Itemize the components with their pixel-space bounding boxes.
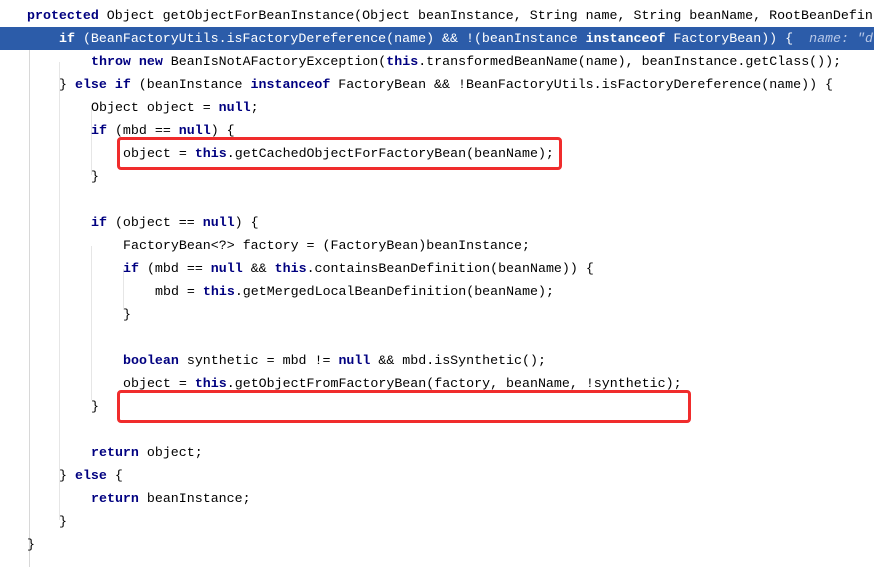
code-text: FactoryBean)) { — [665, 31, 810, 46]
code-line-current[interactable]: if (BeanFactoryUtils.isFactoryDereferenc… — [0, 27, 874, 50]
code-text: } — [59, 468, 75, 483]
code-text: .getObjectFromFactoryBean(factory, beanN… — [226, 376, 682, 391]
code-text: ) { — [210, 123, 235, 138]
code-line[interactable]: throw new BeanIsNotAFactoryException(thi… — [0, 50, 874, 73]
code-text: .containsBeanDefinition(beanName)) { — [306, 261, 594, 276]
code-text: && mbd.isSynthetic(); — [370, 353, 546, 368]
code-line[interactable]: } — [0, 303, 874, 326]
keyword: throw new — [91, 54, 163, 69]
code-line[interactable]: protected Object getObjectForBeanInstanc… — [0, 4, 874, 27]
code-text: ) { — [234, 215, 259, 230]
code-text: (mbd == — [138, 261, 211, 276]
keyword: this — [274, 261, 307, 276]
code-text: object; — [138, 445, 203, 460]
code-text: (beanInstance — [130, 77, 251, 92]
code-line[interactable]: mbd = this.getMergedLocalBeanDefinition(… — [0, 280, 874, 303]
code-line[interactable]: boolean synthetic = mbd != null && mbd.i… — [0, 349, 874, 372]
code-text: .transformedBeanName(name), beanInstance… — [418, 54, 842, 69]
code-line[interactable]: } else if (beanInstance instanceof Facto… — [0, 73, 874, 96]
code-text: object = — [123, 376, 195, 391]
code-text: Object object = — [91, 100, 219, 115]
keyword: null — [210, 261, 243, 276]
keyword: null — [202, 215, 235, 230]
code-text: beanInstance; — [138, 491, 251, 506]
code-text: synthetic = mbd != — [178, 353, 339, 368]
code-line[interactable]: Object object = null; — [0, 96, 874, 119]
code-text: (mbd == — [106, 123, 179, 138]
code-text: (object == — [106, 215, 203, 230]
code-text: FactoryBean && !BeanFactoryUtils.isFacto… — [330, 77, 834, 92]
code-line[interactable]: } else { — [0, 464, 874, 487]
keyword: else — [74, 468, 107, 483]
highlight-box — [117, 137, 562, 170]
code-line[interactable] — [0, 326, 874, 349]
keyword: return — [91, 491, 139, 506]
keyword: return — [91, 445, 139, 460]
code-line[interactable]: if (mbd == null && this.containsBeanDefi… — [0, 257, 874, 280]
code-text: } — [27, 537, 35, 552]
code-line[interactable]: return beanInstance; — [0, 487, 874, 510]
keyword: instanceof — [585, 31, 666, 46]
keyword: null — [338, 353, 371, 368]
code-text: } — [59, 77, 75, 92]
code-text: && — [242, 261, 275, 276]
highlight-box — [117, 390, 691, 423]
code-text: (BeanFactoryUtils.isFactoryDereference(n… — [74, 31, 586, 46]
code-line[interactable]: return object; — [0, 441, 874, 464]
keyword: if — [59, 31, 75, 46]
code-text: } — [59, 514, 67, 529]
code-line[interactable]: if (object == null) { — [0, 211, 874, 234]
code-line[interactable]: } — [0, 533, 874, 556]
code-text: .getMergedLocalBeanDefinition(beanName); — [234, 284, 554, 299]
code-line[interactable]: FactoryBean<?> factory = (FactoryBean)be… — [0, 234, 874, 257]
keyword: this — [386, 54, 419, 69]
code-text: Object getObjectForBeanInstance(Object b… — [98, 8, 873, 23]
keyword: boolean — [123, 353, 179, 368]
keyword: else if — [74, 77, 131, 92]
keyword: this — [194, 376, 227, 391]
code-text: } — [91, 169, 99, 184]
keyword: protected — [27, 8, 99, 23]
parameter-hint: name: "d — [809, 31, 873, 46]
code-line[interactable]: } — [0, 510, 874, 533]
keyword: null — [218, 100, 251, 115]
keyword: if — [91, 123, 107, 138]
keyword: null — [178, 123, 211, 138]
keyword: this — [202, 284, 235, 299]
code-text: } — [123, 307, 131, 322]
code-editor[interactable]: protected Object getObjectForBeanInstanc… — [0, 0, 874, 580]
code-text: } — [91, 399, 99, 414]
keyword: if — [123, 261, 139, 276]
code-text: FactoryBean<?> factory = (FactoryBean)be… — [123, 238, 530, 253]
code-text: mbd = — [155, 284, 203, 299]
code-text: ; — [250, 100, 259, 115]
code-text: { — [106, 468, 123, 483]
keyword: instanceof — [250, 77, 331, 92]
code-text: BeanIsNotAFactoryException( — [162, 54, 387, 69]
code-line[interactable] — [0, 188, 874, 211]
keyword: if — [91, 215, 107, 230]
